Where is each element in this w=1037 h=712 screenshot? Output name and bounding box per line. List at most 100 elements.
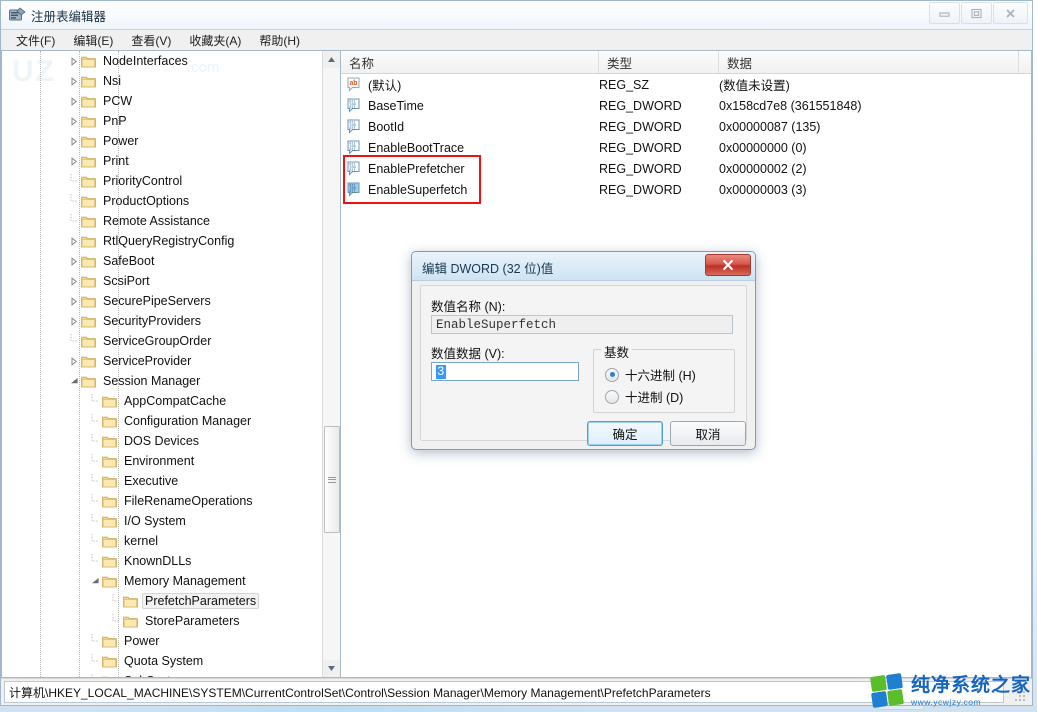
menu-help[interactable]: 帮助(H) <box>250 30 309 51</box>
tree-line-icon <box>88 631 102 651</box>
chevron-right-icon[interactable] <box>67 131 81 151</box>
tree-node-prefetchparameters[interactable]: PrefetchParameters <box>2 591 323 611</box>
tree-node-configuration-manager[interactable]: Configuration Manager <box>2 411 323 431</box>
chevron-right-icon[interactable] <box>67 351 81 371</box>
chevron-right-icon[interactable] <box>67 51 81 71</box>
table-row[interactable]: 011 100 011 EnableSuperfetch REG_DWORD 0x0000… <box>341 179 1031 200</box>
chevron-right-icon[interactable] <box>67 111 81 131</box>
tree-node-memory-management[interactable]: Memory Management <box>2 571 323 591</box>
tree-node-kernel[interactable]: kernel <box>2 531 323 551</box>
chevron-right-icon[interactable] <box>67 91 81 111</box>
tree-node-label: AppCompatCache <box>124 394 227 408</box>
tree-node-nsi[interactable]: Nsi <box>2 71 323 91</box>
chevron-down-icon[interactable] <box>88 571 102 591</box>
menu-bar: 文件(F) 编辑(E) 查看(V) 收藏夹(A) 帮助(H) <box>1 30 1032 51</box>
tree-node-power[interactable]: Power <box>2 131 323 151</box>
tree-node-nodeinterfaces[interactable]: NodeInterfaces <box>2 51 323 71</box>
cell-data: 0x00000002 (2) <box>719 161 807 176</box>
tree-node-securityproviders[interactable]: SecurityProviders <box>2 311 323 331</box>
radio-hexadecimal[interactable]: 十六进制 (H) <box>605 365 696 384</box>
tree-node-i-o-system[interactable]: I/O System <box>2 511 323 531</box>
tree-node-knowndlls[interactable]: KnownDLLs <box>2 551 323 571</box>
tree-node-prioritycontrol[interactable]: PriorityControl <box>2 171 323 191</box>
menu-view[interactable]: 查看(V) <box>122 30 180 51</box>
chevron-right-icon[interactable] <box>67 251 81 271</box>
tree-node-label: ServiceGroupOrder <box>103 334 212 348</box>
tree-node-servicegrouporder[interactable]: ServiceGroupOrder <box>2 331 323 351</box>
tree-node-label: kernel <box>124 534 159 548</box>
value-name: BaseTime <box>368 98 424 113</box>
ok-button[interactable]: 确定 <box>587 421 663 446</box>
tree-scrollbar[interactable] <box>322 51 340 677</box>
close-icon[interactable] <box>993 2 1028 24</box>
tree-node-serviceprovider[interactable]: ServiceProvider <box>2 351 323 371</box>
tree-line-icon <box>109 591 123 611</box>
cell-name: ab (默认) <box>341 75 599 94</box>
tree-node-storeparameters[interactable]: StoreParameters <box>2 611 323 631</box>
tree-node-label: SafeBoot <box>103 254 155 268</box>
scroll-up-icon[interactable] <box>323 51 340 68</box>
tree-node-environment[interactable]: Environment <box>2 451 323 471</box>
tree-node-securepipeservers[interactable]: SecurePipeServers <box>2 291 323 311</box>
chevron-right-icon[interactable] <box>67 71 81 91</box>
tree-node-power[interactable]: Power <box>2 631 323 651</box>
radio-decimal[interactable]: 十进制 (D) <box>605 387 683 406</box>
chevron-down-icon[interactable] <box>67 371 81 391</box>
tree-node-executive[interactable]: Executive <box>2 471 323 491</box>
table-row[interactable]: 011 100 011 BootId REG_DWORD 0x00000087 (135) <box>341 116 1031 137</box>
column-type[interactable]: 类型 <box>599 51 719 73</box>
chevron-right-icon[interactable] <box>67 291 81 311</box>
tree-node-label: Power <box>103 134 139 148</box>
folder-icon <box>81 355 96 368</box>
column-name[interactable]: 名称 <box>341 51 599 73</box>
minimize-icon[interactable] <box>929 2 960 24</box>
tree-node-pcw[interactable]: PCW <box>2 91 323 111</box>
tree-node-productoptions[interactable]: ProductOptions <box>2 191 323 211</box>
window-controls <box>928 2 1028 24</box>
scrollbar-grip-icon <box>328 475 336 484</box>
tree-node-print[interactable]: Print <box>2 151 323 171</box>
svg-text:011: 011 <box>349 148 355 152</box>
menu-file[interactable]: 文件(F) <box>7 30 64 51</box>
table-row[interactable]: ab (默认) REG_SZ (数值未设置) <box>341 74 1031 95</box>
chevron-right-icon[interactable] <box>67 311 81 331</box>
tree-node-rtlqueryregistryconfig[interactable]: RtlQueryRegistryConfig <box>2 231 323 251</box>
close-icon[interactable] <box>705 254 751 276</box>
chevron-right-icon[interactable] <box>67 151 81 171</box>
column-data[interactable]: 数据 <box>719 51 1019 73</box>
tree-node-appcompatcache[interactable]: AppCompatCache <box>2 391 323 411</box>
value-data-input[interactable]: 3 <box>431 362 579 381</box>
menu-edit[interactable]: 编辑(E) <box>64 30 122 51</box>
menu-favorites[interactable]: 收藏夹(A) <box>180 30 250 51</box>
tree-node-dos-devices[interactable]: DOS Devices <box>2 431 323 451</box>
folder-icon <box>81 275 96 288</box>
tree-node-remote-assistance[interactable]: Remote Assistance <box>2 211 323 231</box>
cell-type: REG_DWORD <box>599 140 682 155</box>
registry-values-list[interactable]: ab (默认) REG_SZ (数值未设置) 011 100 011 BaseTime REG_… <box>341 74 1031 200</box>
tree-line-icon <box>88 471 102 491</box>
folder-icon <box>81 115 96 128</box>
scroll-down-icon[interactable] <box>323 660 340 677</box>
tree-node-scsiport[interactable]: ScsiPort <box>2 271 323 291</box>
watermark-title: 纯净系统之家 <box>910 674 1031 696</box>
folder-icon <box>81 135 96 148</box>
cancel-button[interactable]: 取消 <box>670 421 746 446</box>
table-row[interactable]: 011 100 011 EnablePrefetcher REG_DWORD 0x0000… <box>341 158 1031 179</box>
tree-node-label: Memory Management <box>124 574 246 588</box>
tree-scrollbar-thumb[interactable] <box>324 426 340 533</box>
svg-text:011: 011 <box>349 106 355 110</box>
table-row[interactable]: 011 100 011 BaseTime REG_DWORD 0x158cd7e8 (36… <box>341 95 1031 116</box>
tree-node-filerenameoperations[interactable]: FileRenameOperations <box>2 491 323 511</box>
chevron-right-icon[interactable] <box>67 271 81 291</box>
restore-icon[interactable] <box>961 2 992 24</box>
tree-node-subsystems[interactable]: SubSystems <box>2 671 323 677</box>
registry-tree[interactable]: NodeInterfaces Nsi PCW PnP Power Print Priorit… <box>2 51 323 677</box>
tree-node-quota-system[interactable]: Quota System <box>2 651 323 671</box>
cell-name: 011 100 011 BootId <box>341 119 599 134</box>
tree-node-safeboot[interactable]: SafeBoot <box>2 251 323 271</box>
tree-node-label: PrefetchParameters <box>142 593 260 609</box>
tree-node-session-manager[interactable]: Session Manager <box>2 371 323 391</box>
table-row[interactable]: 011 100 011 EnableBootTrace REG_DWORD 0x00000… <box>341 137 1031 158</box>
chevron-right-icon[interactable] <box>67 231 81 251</box>
tree-node-pnp[interactable]: PnP <box>2 111 323 131</box>
